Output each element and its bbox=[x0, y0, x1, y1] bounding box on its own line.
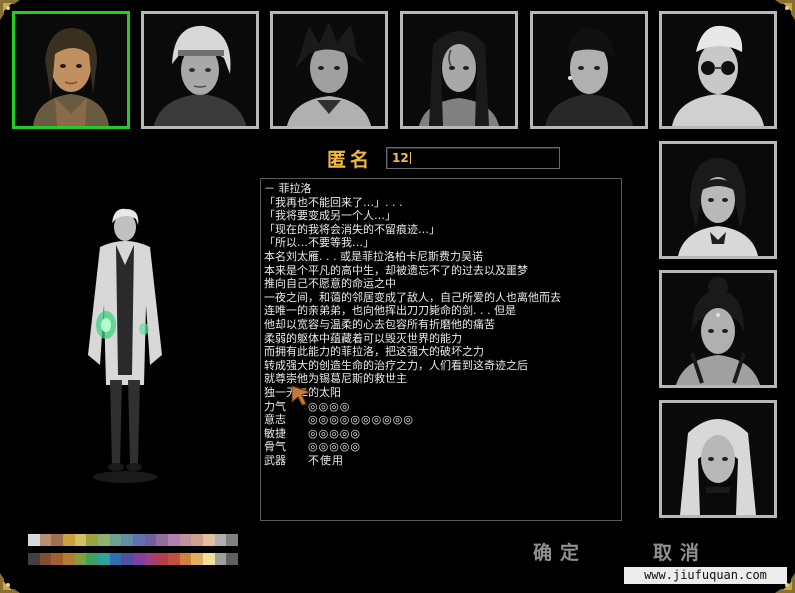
name-label: 匿名 bbox=[327, 149, 374, 171]
portrait-female-bun-hair[interactable] bbox=[659, 270, 777, 388]
stat-value: ◎◎◎◎ bbox=[308, 399, 351, 413]
stat-row: 敏捷 ◎◎◎◎◎ bbox=[264, 427, 618, 441]
color-swatch[interactable] bbox=[214, 553, 227, 565]
bio-line: 转成强大的创造生命的治疗之力，人们看到这奇迹之后 bbox=[264, 358, 528, 372]
bio-line: 「现在的我将会消失的不留痕迹…」 bbox=[264, 222, 440, 236]
bio-line: 柔弱的躯体中蕴藏着可以毁灭世界的能力 bbox=[264, 331, 462, 345]
bio-line: 本来是个平凡的高中生，却被遗忘不了的过去以及噩梦 bbox=[264, 263, 528, 277]
color-swatch[interactable] bbox=[109, 553, 122, 565]
color-swatch[interactable] bbox=[144, 553, 157, 565]
color-swatch[interactable] bbox=[191, 553, 204, 565]
stat-label: 意志 bbox=[264, 413, 286, 427]
stat-row: 力气 ◎◎◎◎ bbox=[264, 400, 618, 414]
color-swatch[interactable] bbox=[144, 534, 157, 546]
watermark: www.jiufuquan.com bbox=[624, 567, 787, 584]
bio-line: 就尊崇他为锡葛尼斯的救世主 bbox=[264, 372, 407, 386]
color-swatch[interactable] bbox=[86, 553, 99, 565]
color-swatch[interactable] bbox=[179, 534, 192, 546]
portrait-male-white-hair-headband[interactable] bbox=[141, 11, 259, 129]
color-swatch[interactable] bbox=[168, 553, 180, 565]
portrait-male-spiky-black-hair[interactable] bbox=[270, 11, 388, 129]
text-caret bbox=[409, 152, 411, 164]
color-swatch[interactable] bbox=[156, 534, 169, 546]
color-swatch[interactable] bbox=[133, 534, 145, 546]
portrait-female-short-hair[interactable] bbox=[659, 141, 777, 259]
bio-line: 连唯一的亲弟弟，也向他挥出刀刀毙命的剑. . . 但是 bbox=[264, 304, 516, 318]
color-swatch[interactable] bbox=[51, 534, 64, 546]
color-swatch[interactable] bbox=[133, 553, 145, 565]
color-swatch[interactable] bbox=[121, 553, 134, 565]
portrait-male-short-hair-earring[interactable] bbox=[530, 11, 648, 129]
color-swatch[interactable] bbox=[214, 534, 227, 546]
name-input-value: 12 bbox=[392, 151, 409, 165]
cancel-button[interactable]: 取消 bbox=[653, 538, 707, 565]
color-swatch[interactable] bbox=[74, 553, 87, 565]
bio-line: 推向自己不愿意的命运之中 bbox=[264, 277, 396, 291]
color-swatch[interactable] bbox=[39, 534, 52, 546]
character-figure bbox=[70, 205, 180, 485]
color-swatch[interactable] bbox=[156, 553, 169, 565]
corner-ornament-icon bbox=[0, 567, 26, 593]
color-swatch[interactable] bbox=[51, 553, 64, 565]
bio-line: 「我将要变成另一个人…」 bbox=[264, 209, 396, 223]
color-swatch[interactable] bbox=[203, 553, 215, 565]
color-swatch[interactable] bbox=[63, 534, 75, 546]
portrait-female-long-blonde[interactable] bbox=[659, 400, 777, 518]
pointer-cursor-icon bbox=[290, 384, 314, 406]
portrait-male-brown-hair[interactable] bbox=[12, 11, 130, 129]
bio-line: － 菲拉洛 bbox=[264, 182, 312, 195]
stat-value: 不使用 bbox=[308, 453, 344, 467]
color-swatch[interactable] bbox=[226, 534, 239, 546]
stat-label: 骨气 bbox=[264, 440, 286, 454]
stat-value: ◎◎◎◎◎ bbox=[308, 440, 361, 454]
stat-row: 意志 ◎◎◎◎◎◎◎◎◎◎ bbox=[264, 413, 618, 427]
color-swatch[interactable] bbox=[86, 534, 99, 546]
color-swatch[interactable] bbox=[109, 534, 122, 546]
bio-line: 本名刘太雁. . . 或是菲拉洛柏卡尼斯费力吴诺 bbox=[264, 249, 483, 263]
color-swatch[interactable] bbox=[28, 534, 40, 546]
bio-line: 「所以…不要等我…」 bbox=[264, 236, 374, 250]
bio-line: 「我再也不能回来了…」. . . bbox=[264, 195, 403, 209]
color-swatch[interactable] bbox=[63, 553, 75, 565]
stat-label: 敏捷 bbox=[264, 426, 286, 440]
color-swatch[interactable] bbox=[28, 553, 40, 565]
color-swatch[interactable] bbox=[98, 553, 110, 565]
color-swatch[interactable] bbox=[191, 534, 204, 546]
stat-value: ◎◎◎◎◎◎◎◎◎◎ bbox=[308, 413, 414, 427]
stat-value: ◎◎◎◎◎ bbox=[308, 426, 361, 440]
name-input[interactable]: 12 bbox=[386, 147, 560, 169]
color-swatch[interactable] bbox=[74, 534, 87, 546]
stat-row: 骨气 ◎◎◎◎◎ bbox=[264, 440, 618, 454]
bio-line: 他却以宽容与温柔的心去包容所有折磨他的痛苦 bbox=[264, 317, 495, 331]
clothes-color-palette[interactable] bbox=[28, 553, 239, 565]
color-swatch[interactable] bbox=[203, 534, 215, 546]
color-swatch[interactable] bbox=[168, 534, 180, 546]
stat-row: 武器 不使用 bbox=[264, 454, 618, 468]
color-swatch[interactable] bbox=[121, 534, 134, 546]
bio-line: 独一无二的太阳 bbox=[264, 386, 618, 400]
stat-label: 武器 bbox=[264, 453, 286, 467]
hair-color-palette[interactable] bbox=[28, 534, 239, 546]
color-swatch[interactable] bbox=[226, 553, 239, 565]
portrait-male-long-hair-tattoo[interactable] bbox=[400, 11, 518, 129]
portrait-male-sunglasses[interactable] bbox=[659, 11, 777, 129]
confirm-button[interactable]: 确定 bbox=[533, 538, 587, 565]
color-swatch[interactable] bbox=[39, 553, 52, 565]
bio-line: 而拥有此能力的菲拉洛，把这强大的破坏之力 bbox=[264, 345, 484, 359]
character-bio-panel: － 菲拉洛 「我再也不能回来了…」. . . 「我将要变成另一个人…」 「现在的我将会… bbox=[260, 178, 622, 521]
bio-line: 一夜之间，和蔼的邻居变成了敌人，自己所爱的人也离他而去 bbox=[264, 290, 561, 304]
color-swatch[interactable] bbox=[179, 553, 192, 565]
color-swatch[interactable] bbox=[98, 534, 110, 546]
